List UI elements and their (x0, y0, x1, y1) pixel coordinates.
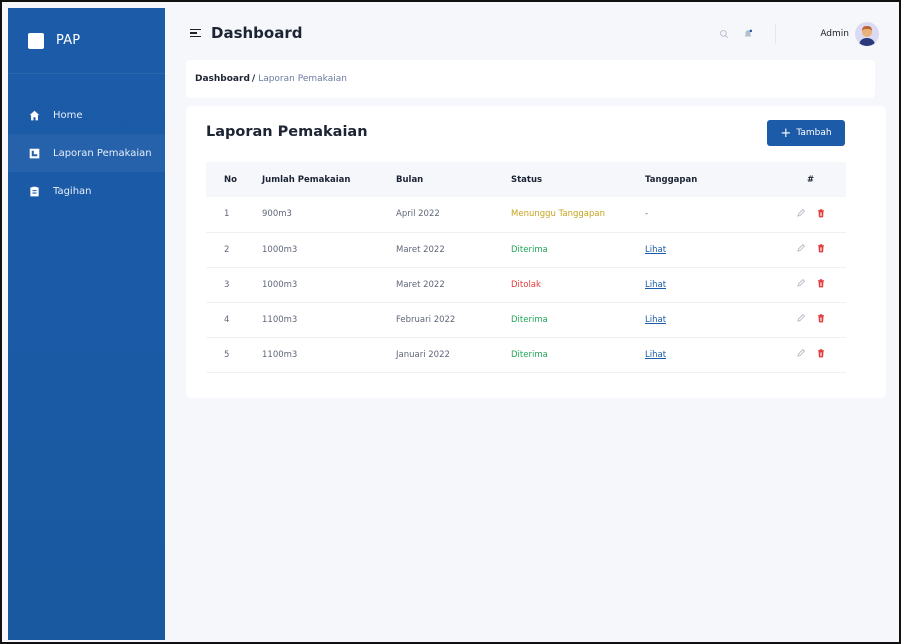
cell-no: 5 (206, 337, 262, 373)
plus-icon: + (780, 125, 792, 141)
cell-bulan: Januari 2022 (396, 337, 511, 373)
cell-jumlah: 900m3 (262, 197, 396, 233)
cell-jumlah: 1100m3 (262, 302, 396, 338)
cell-no: 2 (206, 232, 262, 268)
cell-actions (775, 302, 846, 338)
brand[interactable]: PAP (8, 8, 165, 74)
cell-no: 4 (206, 302, 262, 338)
cell-bulan: Februari 2022 (396, 302, 511, 338)
add-button-label: Tambah (796, 128, 832, 138)
status-badge: Diterima (511, 232, 645, 268)
app-frame: PAP Home Laporan Pemakaian Tagihan Dashb… (0, 0, 901, 644)
cell-bulan: Maret 2022 (396, 267, 511, 303)
header-status: Status (511, 174, 543, 185)
clipboard-icon (28, 185, 40, 197)
edit-pencil-icon[interactable] (796, 243, 806, 253)
delete-trash-icon[interactable] (816, 243, 826, 253)
report-card: Laporan Pemakaian + Tambah No Jumlah Pem… (186, 106, 886, 398)
menu-toggle-icon[interactable] (190, 28, 202, 38)
cell-tanggapan: - (645, 197, 775, 233)
cell-actions (775, 197, 846, 233)
sidebar-item-label: Laporan Pemakaian (53, 147, 152, 159)
breadcrumb-current: Laporan Pemakaian (258, 74, 347, 84)
cell-bulan: Maret 2022 (396, 232, 511, 268)
sidebar-item-label: Home (53, 109, 83, 121)
header-actions: # (806, 174, 815, 185)
cell-bulan: April 2022 (396, 197, 511, 233)
user-name[interactable]: Admin (820, 29, 849, 39)
edit-pencil-icon[interactable] (796, 313, 806, 323)
sidebar-item-tagihan[interactable]: Tagihan (8, 172, 165, 210)
cell-tanggapan: Lihat (645, 267, 775, 303)
table-header-row: No Jumlah Pemakaian Bulan Status Tanggap… (206, 162, 846, 197)
search-icon[interactable] (717, 27, 731, 41)
lihat-link[interactable]: Lihat (645, 350, 666, 360)
sidebar-item-label: Tagihan (53, 185, 92, 197)
lihat-link[interactable]: Lihat (645, 245, 666, 255)
card-title: Laporan Pemakaian (206, 124, 368, 140)
status-badge: Diterima (511, 337, 645, 373)
cell-tanggapan: Lihat (645, 337, 775, 373)
header-tanggapan: Tanggapan (645, 174, 698, 185)
table-row: 3 1000m3 Maret 2022 Ditolak Lihat (206, 267, 846, 303)
delete-trash-icon[interactable] (816, 313, 826, 323)
edit-pencil-icon[interactable] (796, 208, 806, 218)
usage-table: No Jumlah Pemakaian Bulan Status Tanggap… (206, 162, 846, 373)
cell-tanggapan: Lihat (645, 302, 775, 338)
sidebar-item-home[interactable]: Home (8, 96, 165, 134)
edit-pencil-icon[interactable] (796, 348, 806, 358)
topbar: Dashboard Admin (165, 8, 901, 58)
status-badge: Ditolak (511, 267, 645, 303)
topbar-right: Admin (707, 22, 879, 46)
delete-trash-icon[interactable] (816, 278, 826, 288)
status-badge: Menunggu Tanggapan (511, 197, 645, 233)
lihat-link[interactable]: Lihat (645, 280, 666, 290)
topbar-divider (775, 24, 777, 44)
home-icon (28, 109, 40, 121)
sidebar: PAP Home Laporan Pemakaian Tagihan (8, 8, 165, 640)
breadcrumb-separator: / (251, 74, 256, 84)
edit-pencil-icon[interactable] (796, 278, 806, 288)
header-jumlah-pemakaian: Jumlah Pemakaian (262, 174, 351, 185)
notification-bell-icon[interactable] (741, 27, 755, 41)
header-no: No (224, 174, 237, 185)
cell-actions (775, 267, 846, 303)
cell-actions (775, 232, 846, 268)
sidebar-item-laporan-pemakaian[interactable]: Laporan Pemakaian (8, 134, 165, 172)
lihat-link[interactable]: Lihat (645, 315, 666, 325)
breadcrumb: Dashboard / Laporan Pemakaian (186, 60, 875, 98)
cell-jumlah: 1000m3 (262, 267, 396, 303)
cell-tanggapan: Lihat (645, 232, 775, 268)
table-row: 2 1000m3 Maret 2022 Diterima Lihat (206, 232, 846, 268)
cell-actions (775, 337, 846, 373)
cell-no: 1 (206, 197, 262, 233)
brand-name: PAP (56, 33, 81, 48)
breadcrumb-root[interactable]: Dashboard (195, 74, 250, 84)
add-button[interactable]: + Tambah (767, 120, 845, 146)
status-badge: Diterima (511, 302, 645, 338)
page-title: Dashboard (211, 24, 303, 42)
header-bulan: Bulan (396, 174, 424, 185)
table-row: 4 1100m3 Februari 2022 Diterima Lihat (206, 302, 846, 338)
delete-trash-icon[interactable] (816, 348, 826, 358)
table-row: 5 1100m3 Januari 2022 Diterima Lihat (206, 337, 846, 373)
cell-jumlah: 1100m3 (262, 337, 396, 373)
sidebar-nav: Home Laporan Pemakaian Tagihan (8, 74, 165, 210)
monitor-icon (28, 147, 40, 159)
cell-no: 3 (206, 267, 262, 303)
delete-trash-icon[interactable] (816, 208, 826, 218)
table-row: 1 900m3 April 2022 Menunggu Tanggapan - (206, 197, 846, 233)
cell-jumlah: 1000m3 (262, 232, 396, 268)
avatar[interactable] (855, 22, 879, 46)
brand-logo-icon (28, 32, 44, 49)
